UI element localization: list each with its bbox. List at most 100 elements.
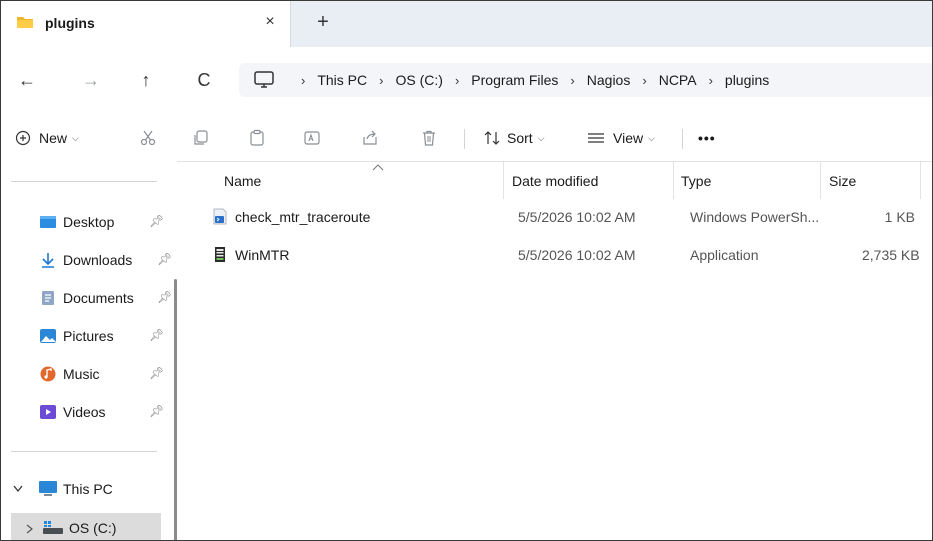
chevron-down-icon[interactable] [13,485,23,493]
folder-icon [17,17,33,28]
column-header-type[interactable]: Type [673,161,821,199]
file-row[interactable]: check_mtr_traceroute 5/5/2026 10:02 AM W… [206,204,932,230]
nav-divider [11,451,157,452]
sidebar-item-label: Videos [63,404,106,420]
sidebar-item-os-c[interactable]: OS (C:) [11,513,161,540]
music-icon [40,366,56,382]
rename-icon [304,131,320,145]
monitor-icon [254,71,274,88]
pin-icon[interactable]: 📌︎ [157,290,172,304]
command-bar: New ⌵ Sort ⌵ View ⌵ ••• [1,115,932,162]
sidebar-item-this-pc[interactable]: This PC [1,477,177,501]
sidebar-item-label: Desktop [63,214,115,230]
plus-circle-icon [15,130,31,146]
pin-icon[interactable]: 📌︎ [149,328,164,342]
sidebar-item-label: Pictures [63,328,114,344]
close-tab-button[interactable]: × [260,11,280,33]
chevron-right-icon[interactable]: › [301,73,305,88]
chevron-down-icon: ⌵ [72,132,79,143]
scissors-icon [140,130,156,146]
sidebar-item-pictures[interactable]: Pictures 📌︎ [39,324,169,348]
file-type: Windows PowerSh... [690,209,820,225]
sidebar-item-downloads[interactable]: Downloads 📌︎ [39,248,172,272]
sidebar-item-documents[interactable]: Documents 📌︎ [39,286,172,310]
navigation-bar: ← → ↑ C › This PC › OS (C:) › Program Fi… [1,47,932,115]
share-icon [363,130,377,145]
chevron-right-icon[interactable]: › [379,73,383,88]
tab-bar: plugins × + [1,1,932,47]
tab-plugins[interactable]: plugins × [1,1,291,47]
chevron-right-icon[interactable]: › [570,73,574,88]
drive-icon [43,521,63,534]
sort-button[interactable]: Sort ⌵ [483,125,545,151]
powershell-script-icon [213,208,227,225]
view-label: View [613,130,644,146]
sidebar-item-label: Downloads [63,252,133,268]
chevron-down-icon: ⌵ [648,132,655,143]
new-tab-button[interactable]: + [311,11,335,35]
column-header-name[interactable]: Name [214,161,504,199]
file-date: 5/5/2026 10:02 AM [518,247,636,263]
tab-title: plugins [45,15,95,31]
sidebar-item-label: OS (C:) [69,520,117,536]
clipboard-icon [250,129,264,146]
sidebar-item-videos[interactable]: Videos 📌︎ [39,400,169,424]
application-icon [215,247,225,262]
breadcrumb-nagios[interactable]: Nagios [587,72,631,88]
file-size: 1 KB [884,209,915,225]
chevron-up-icon [372,164,384,171]
file-size: 2,735 KB [862,247,920,263]
desktop-icon [40,216,56,228]
column-label: Date modified [512,173,599,189]
chevron-right-icon[interactable]: › [455,73,459,88]
chevron-right-icon[interactable]: › [642,73,646,88]
pin-icon[interactable]: 📌︎ [149,366,164,380]
delete-button[interactable] [416,125,442,151]
chevron-right-icon[interactable] [26,524,34,534]
file-row[interactable]: WinMTR 5/5/2026 10:02 AM Application 2,7… [206,242,932,268]
pin-icon[interactable]: 📌︎ [157,252,172,266]
computer-icon [39,481,57,496]
rename-button[interactable] [299,125,325,151]
column-header-date[interactable]: Date modified [503,161,674,199]
column-header-size[interactable]: Size [820,161,921,199]
documents-icon [42,291,54,305]
new-label: New [39,130,68,146]
breadcrumb-ncpa[interactable]: NCPA [659,72,697,88]
back-button[interactable]: ← [14,67,40,93]
pin-icon[interactable]: 📌︎ [149,214,164,228]
sidebar-item-desktop[interactable]: Desktop 📌︎ [39,210,169,234]
share-button[interactable] [357,125,383,151]
file-name: WinMTR [235,247,290,263]
chevron-right-icon[interactable]: › [709,73,713,88]
column-label: Size [829,173,857,189]
copy-button[interactable] [188,125,214,151]
view-button[interactable]: View ⌵ [587,125,655,151]
sidebar-item-label: This PC [63,481,113,497]
breadcrumb-plugins[interactable]: plugins [725,72,769,88]
paste-button[interactable] [244,125,270,151]
up-button[interactable]: ↑ [133,67,159,93]
address-bar[interactable]: › This PC › OS (C:) › Program Files › Na… [239,63,932,97]
sidebar-item-music[interactable]: Music 📌︎ [39,362,169,386]
refresh-button[interactable]: C [191,67,217,93]
copy-icon [194,130,208,145]
sidebar-item-label: Documents [63,290,134,306]
trash-icon [423,130,435,146]
pin-icon[interactable]: 📌︎ [149,404,164,418]
list-view-icon [588,133,604,143]
nav-divider [11,181,157,182]
explorer-window: plugins × + ← → ↑ C › This PC › OS (C:) … [0,0,933,541]
breadcrumb-program-files[interactable]: Program Files [471,72,558,88]
nav-scrollbar[interactable] [174,279,177,540]
more-options-button[interactable]: ••• [698,125,716,151]
file-date: 5/5/2026 10:02 AM [518,209,636,225]
sidebar-item-label: Music [63,366,100,382]
forward-button[interactable]: → [78,67,104,93]
cut-button[interactable] [135,125,161,151]
file-list: Name Date modified Type Size check_mtr_t… [186,161,932,540]
new-button[interactable]: New ⌵ [15,125,79,151]
breadcrumb-this-pc[interactable]: This PC [317,72,367,88]
breadcrumb-os-c[interactable]: OS (C:) [395,72,442,88]
sort-icon [484,131,500,145]
